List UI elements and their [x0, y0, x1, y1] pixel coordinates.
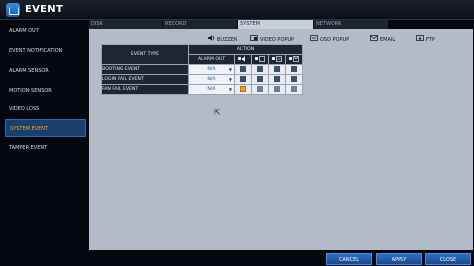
event-name: BOOTING EVENT: [101, 64, 189, 75]
legend-email: EMAIL: [370, 35, 395, 43]
buzzer-icon: [207, 35, 215, 44]
col-video-popup-icon: [251, 54, 269, 65]
dropdown-arrow-icon: ▼: [228, 87, 232, 92]
tab-system[interactable]: SYSTEM: [238, 20, 314, 29]
email-checkbox[interactable]: [291, 86, 297, 93]
sidebar-item-tamper-event[interactable]: TAMPER EVENT: [5, 139, 86, 157]
legend-video-popup-label: VIDEO POPUP: [260, 37, 295, 43]
video-popup-checkbox[interactable]: [257, 76, 263, 83]
bottom-bar: CANCEL APPLY CLOSE: [0, 250, 474, 266]
alarm-out-value: N/A: [207, 77, 216, 82]
event-logo-icon: [6, 3, 20, 17]
legend-ftp-label: FTP: [426, 37, 435, 43]
email-icon: [370, 35, 378, 44]
osd-popup-checkbox[interactable]: [274, 66, 280, 73]
table-row: FAN FAIL EVENT N/A ▼: [101, 84, 303, 95]
col-event-type: EVENT TYPE: [101, 44, 189, 65]
osd-popup-icon: [310, 35, 318, 44]
sidebar-item-alarm-out[interactable]: ALARM OUT: [5, 22, 86, 40]
tab-bar: DISK RECORD SYSTEM NETWORK: [89, 20, 473, 29]
email-checkbox[interactable]: [291, 66, 297, 73]
sidebar: ALARM OUT EVENT NOTIFICATION ALARM SENSO…: [0, 20, 88, 266]
col-action: ACTION: [188, 44, 303, 55]
mouse-cursor-icon: ⇱: [214, 108, 221, 117]
sidebar-item-alarm-sensor[interactable]: ALARM SENSOR: [5, 62, 86, 80]
alarm-out-value: N/A: [207, 87, 216, 92]
table-row: LOGIN FAIL EVENT N/A ▼: [101, 74, 303, 85]
buzzer-checkbox[interactable]: [240, 86, 246, 93]
email-checkbox[interactable]: [291, 76, 297, 83]
tab-record[interactable]: RECORD: [163, 20, 238, 29]
sidebar-item-event-notification[interactable]: EVENT NOTIFICATION: [5, 42, 86, 60]
video-popup-icon: [250, 35, 258, 44]
page-title: EVENT: [25, 4, 64, 15]
osd-popup-checkbox[interactable]: [274, 86, 280, 93]
buzzer-checkbox[interactable]: [240, 66, 246, 73]
tab-network[interactable]: NETWORK: [314, 20, 389, 29]
event-name: LOGIN FAIL EVENT: [101, 74, 189, 85]
apply-button[interactable]: APPLY: [376, 253, 422, 265]
legend-osd-popup: OSD POPUP: [310, 35, 349, 43]
close-button[interactable]: CLOSE: [425, 253, 471, 265]
sidebar-item-motion-sensor[interactable]: MOTION SENSOR: [5, 82, 86, 100]
alarm-out-select[interactable]: N/A ▼: [188, 84, 235, 95]
title-bar: EVENT: [0, 0, 474, 20]
sidebar-item-video-loss[interactable]: VIDEO LOSS: [5, 100, 86, 118]
sidebar-item-system-event[interactable]: SYSTEM EVENT: [5, 119, 86, 137]
table-row: BOOTING EVENT N/A ▼: [101, 64, 303, 75]
legend-buzzer-label: BUZZER: [217, 37, 238, 43]
dropdown-arrow-icon: ▼: [228, 67, 232, 72]
event-name: FAN FAIL EVENT: [101, 84, 189, 95]
osd-popup-checkbox[interactable]: [274, 76, 280, 83]
video-popup-checkbox[interactable]: [257, 66, 263, 73]
col-buzzer-icon: [234, 54, 252, 65]
video-popup-checkbox[interactable]: [257, 86, 263, 93]
legend-video-popup: VIDEO POPUP: [250, 35, 294, 43]
legend-osd-popup-label: OSD POPUP: [320, 37, 350, 43]
alarm-out-select[interactable]: N/A ▼: [188, 64, 235, 75]
col-alarm-out: ALARM OUT: [188, 54, 235, 65]
col-email-ftp-icon: [285, 54, 303, 65]
alarm-out-select[interactable]: N/A ▼: [188, 74, 235, 85]
legend-email-label: EMAIL: [380, 37, 396, 43]
tab-disk[interactable]: DISK: [89, 20, 163, 29]
dropdown-arrow-icon: ▼: [228, 77, 232, 82]
ftp-icon: [416, 35, 424, 44]
alarm-out-value: N/A: [207, 67, 216, 72]
col-osd-popup-icon: [268, 54, 286, 65]
legend-buzzer: BUZZER: [207, 35, 238, 43]
system-event-table: EVENT TYPE ACTION ALARM OUT BOOTING EVEN…: [101, 44, 303, 95]
cancel-button[interactable]: CANCEL: [326, 253, 372, 265]
legend-ftp: FTP: [416, 35, 435, 43]
buzzer-checkbox[interactable]: [240, 76, 246, 83]
